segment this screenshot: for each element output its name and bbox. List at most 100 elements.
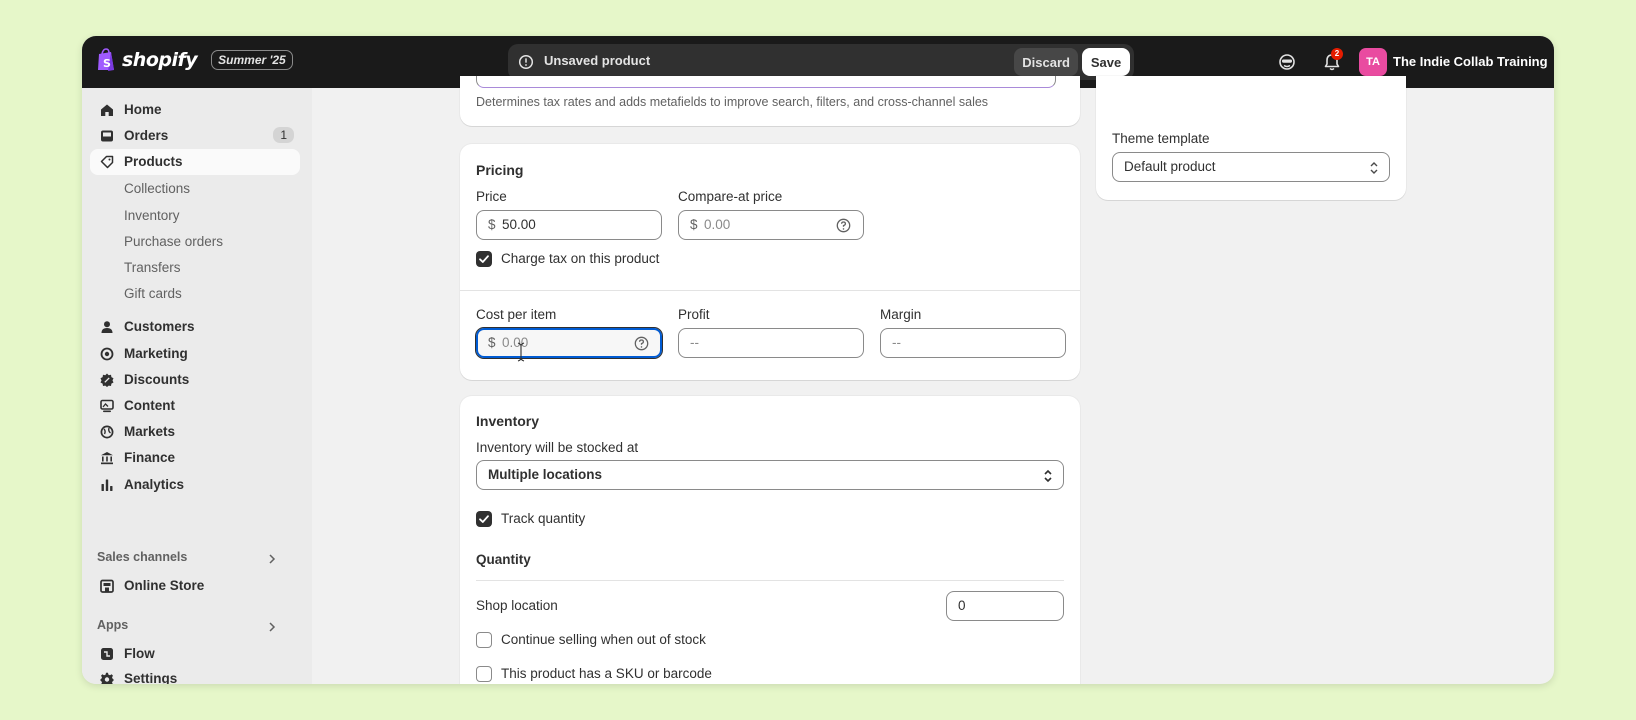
notification-badge: 2 (1331, 48, 1343, 60)
category-card: Determines tax rates and adds metafields… (460, 76, 1080, 126)
sidebar-item-label: Customers (124, 319, 195, 334)
sales-channels-heading[interactable]: Sales channels (97, 550, 187, 564)
compare-at-price-input[interactable]: $ 0.00 (678, 210, 864, 240)
continue-selling-checkbox[interactable] (476, 632, 492, 648)
sidebar-item-discounts[interactable]: Discounts (90, 367, 300, 393)
sidebar-item-flow[interactable]: Flow (90, 641, 300, 667)
flow-icon (101, 648, 113, 660)
storefront-icon (100, 579, 114, 593)
sidebar-item-label: Content (124, 398, 175, 413)
theme-template-label: Theme template (1112, 131, 1210, 146)
bar-chart-icon (101, 479, 113, 491)
sidebar-item-markets[interactable]: Markets (90, 419, 300, 445)
chevron-right-icon[interactable] (266, 621, 278, 633)
inventory-location-value: Multiple locations (488, 467, 603, 482)
sidebar-subitem-transfers[interactable]: Transfers (124, 260, 181, 275)
profit-label: Profit (678, 307, 710, 322)
orders-count-badge: 1 (273, 127, 294, 143)
checkmark-icon (479, 515, 489, 523)
text-cursor-icon (517, 342, 525, 362)
save-button[interactable]: Save (1082, 48, 1130, 76)
charge-tax-label: Charge tax on this product (501, 251, 660, 266)
sidebar-subitem-inventory[interactable]: Inventory (124, 208, 180, 223)
charge-tax-checkbox[interactable] (476, 251, 492, 267)
sidebar-item-label: Online Store (124, 578, 205, 593)
margin-label: Margin (880, 307, 922, 322)
avatar[interactable]: TA (1359, 48, 1387, 76)
theme-template-select[interactable]: Default product (1112, 152, 1390, 182)
svg-text:S: S (103, 57, 111, 70)
currency-prefix: $ (690, 217, 698, 232)
currency-prefix: $ (488, 217, 496, 232)
sidebar-item-label: Flow (124, 646, 155, 661)
shop-location-quantity-input[interactable]: 0 (946, 591, 1064, 621)
discard-button[interactable]: Discard (1014, 48, 1078, 76)
continue-selling-label: Continue selling when out of stock (501, 632, 706, 647)
shop-location-quantity-value: 0 (958, 598, 966, 613)
category-input[interactable] (476, 76, 1056, 88)
question-circle-icon[interactable] (634, 336, 649, 351)
stocked-at-label: Inventory will be stocked at (476, 440, 639, 455)
cost-per-item-input[interactable]: $ 0.00 (475, 327, 663, 359)
sidekick-icon[interactable] (1277, 52, 1297, 72)
shopify-bag-icon: S (98, 48, 114, 71)
sidebar-item-marketing[interactable]: Marketing (90, 341, 300, 367)
sidebar-item-label: Analytics (124, 477, 185, 492)
category-help-text: Determines tax rates and adds metafields… (476, 95, 989, 109)
sidebar-item-online-store[interactable]: Online Store (90, 573, 300, 599)
tag-icon (100, 155, 114, 169)
quantity-heading: Quantity (476, 552, 531, 567)
alert-circle-icon (518, 54, 534, 70)
profit-input: -- (678, 328, 864, 358)
inventory-location-select[interactable]: Multiple locations (476, 460, 1064, 490)
sidebar-subitem-gift-cards[interactable]: Gift cards (124, 286, 182, 301)
quantity-divider (476, 580, 1064, 581)
question-circle-icon[interactable] (836, 218, 851, 233)
theme-template-value: Default product (1124, 159, 1216, 174)
apps-heading[interactable]: Apps (97, 618, 128, 632)
price-label: Price (476, 189, 507, 204)
price-value: 50.00 (502, 217, 536, 232)
compare-at-price-placeholder: 0.00 (704, 217, 731, 232)
sidebar-item-finance[interactable]: Finance (90, 445, 300, 471)
globe-icon (100, 425, 114, 439)
unsaved-changes-bar: Unsaved product Discard Save (508, 44, 1134, 80)
sidebar-item-label: Home (124, 102, 162, 117)
sidebar-item-label: Products (124, 154, 183, 169)
price-input[interactable]: $ 50.00 (476, 210, 662, 240)
pricing-title: Pricing (476, 162, 524, 178)
edition-badge[interactable]: Summer '25 (211, 50, 293, 70)
target-icon (100, 347, 114, 361)
sidebar-item-content[interactable]: Content (90, 393, 300, 419)
shopify-logo[interactable]: S shopify Summer '25 (96, 48, 293, 72)
sidebar-item-home[interactable]: Home (90, 97, 300, 123)
cost-per-item-label: Cost per item (476, 307, 557, 322)
home-icon (101, 104, 113, 116)
sidebar-item-analytics[interactable]: Analytics (90, 472, 300, 498)
sku-barcode-label: This product has a SKU or barcode (501, 666, 712, 681)
sidebar-item-products[interactable]: Products (90, 149, 300, 175)
pricing-divider (460, 290, 1080, 291)
inventory-title: Inventory (476, 413, 540, 429)
sidebar-subitem-collections[interactable]: Collections (124, 181, 190, 196)
sidebar-item-label: Markets (124, 424, 176, 439)
store-name[interactable]: The Indie Collab Training ... (1393, 54, 1547, 69)
sidebar-item-settings[interactable]: Settings (90, 666, 300, 684)
pricing-card: Pricing Price $ 50.00 Compare-at price $… (460, 144, 1080, 380)
checkmark-icon (479, 255, 489, 263)
sidebar-item-orders[interactable]: Orders 1 (90, 123, 300, 149)
sidebar-subitem-purchase-orders[interactable]: Purchase orders (124, 234, 223, 249)
sidebar-item-customers[interactable]: Customers (90, 314, 300, 340)
compare-at-price-label: Compare-at price (678, 189, 783, 204)
sidebar-item-label: Discounts (124, 372, 190, 387)
sku-barcode-checkbox[interactable] (476, 666, 492, 682)
inventory-card: Inventory Inventory will be stocked at M… (460, 396, 1080, 684)
content-icon (100, 399, 114, 413)
select-chevron-icon (1044, 469, 1052, 483)
track-quantity-checkbox[interactable] (476, 511, 492, 527)
person-icon (101, 321, 113, 333)
unsaved-status-text: Unsaved product (544, 53, 651, 68)
track-quantity-label: Track quantity (501, 511, 586, 526)
sidebar-item-label: Finance (124, 450, 176, 465)
chevron-right-icon[interactable] (266, 553, 278, 565)
